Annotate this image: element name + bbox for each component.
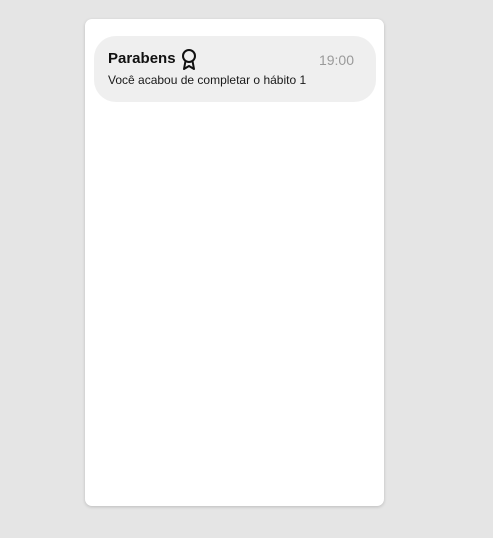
notification-time: 19:00 bbox=[318, 52, 354, 68]
phone-screen: Parabens 19:00 Você acabou de completar … bbox=[85, 19, 384, 506]
notification-message: Você acabou de completar o hábito 1 bbox=[108, 73, 307, 87]
notification-card[interactable]: Parabens 19:00 Você acabou de completar … bbox=[94, 36, 376, 102]
notification-title: Parabens bbox=[108, 50, 176, 67]
award-ribbon-icon bbox=[181, 49, 197, 70]
